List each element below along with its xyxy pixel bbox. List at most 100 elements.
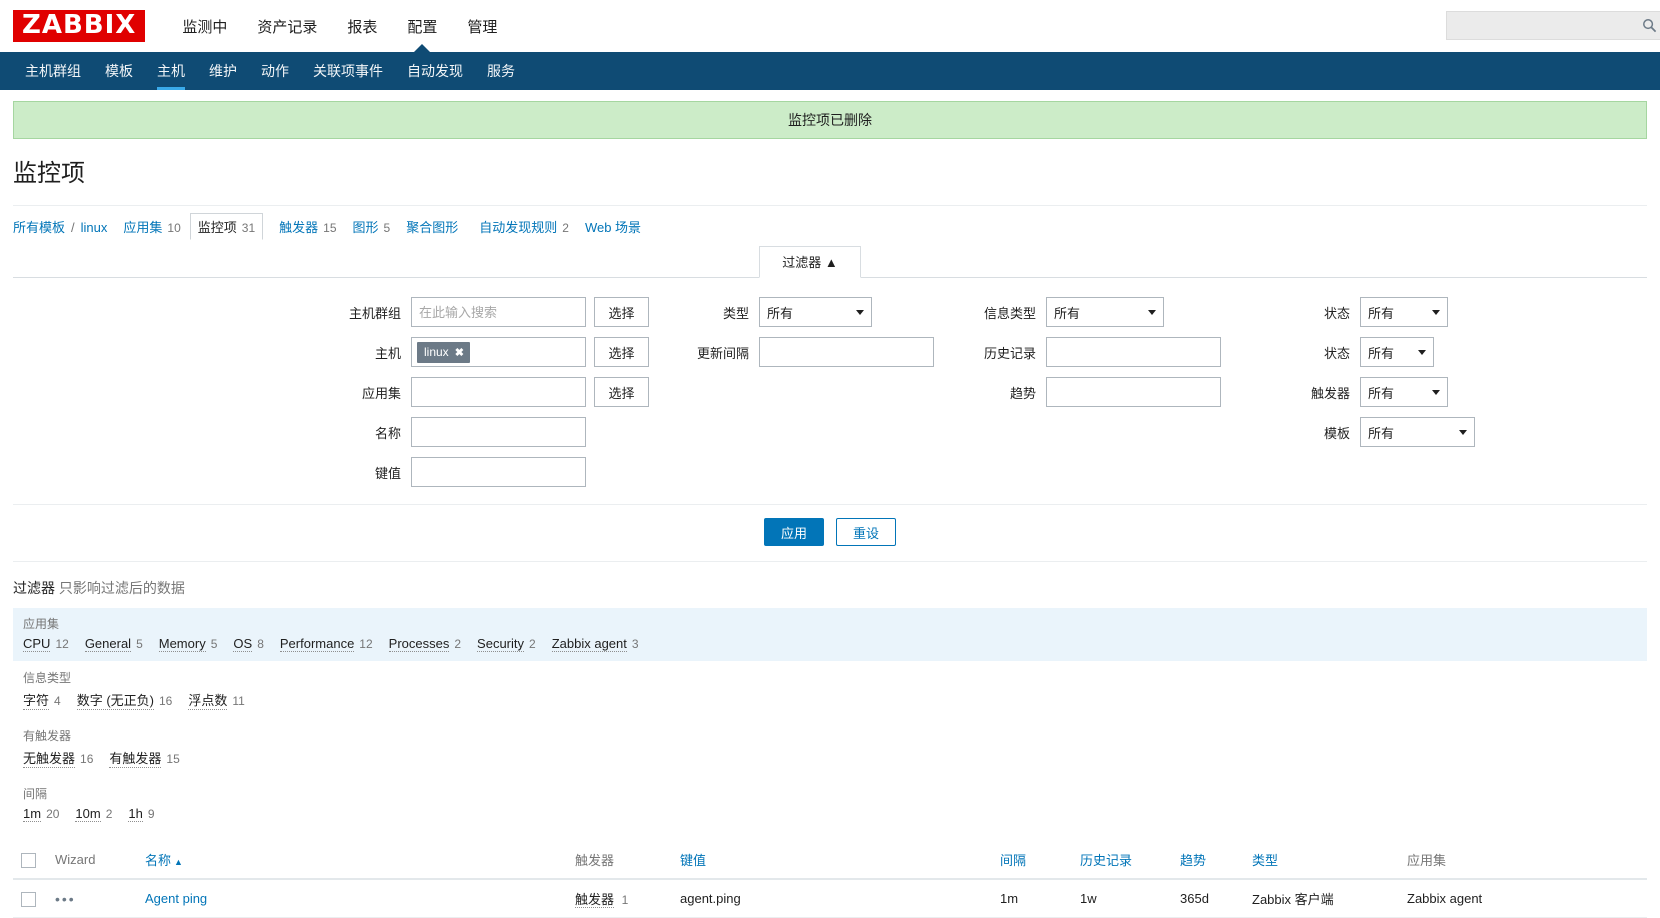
breadcrumb-tab-label-4[interactable]: 聚合图形 — [406, 217, 458, 236]
filter-input-history[interactable] — [1046, 337, 1221, 368]
breadcrumb-host[interactable]: linux — [81, 220, 108, 235]
column-header-interval[interactable]: 间隔 — [992, 841, 1072, 881]
filter-input-update-interval[interactable] — [759, 337, 934, 368]
subfilter-item-numeric-unsigned[interactable]: 数字 (无正负) 16 — [76, 690, 172, 711]
subfilter-label-1-1[interactable]: 数字 (无正负) — [76, 690, 154, 711]
close-icon[interactable]: ✖ — [455, 346, 464, 359]
subnav-item-5[interactable]: 关联项事件 — [301, 52, 395, 90]
subnav-item-4[interactable]: 动作 — [249, 52, 301, 90]
filter-select-state[interactable]: 所有 — [1360, 297, 1448, 328]
item-triggers-count: 1 — [621, 893, 629, 908]
filter-toggle-tab[interactable]: 过滤器 ▲ — [759, 246, 861, 279]
breadcrumb-all-templates[interactable]: 所有模板 — [13, 217, 65, 236]
filter-select-value-type[interactable]: 所有 — [1046, 297, 1164, 328]
subfilter-item-with-triggers[interactable]: 有触发器 15 — [109, 748, 180, 769]
subfilter-label-0-3[interactable]: OS — [233, 636, 253, 653]
subfilter-label-0-4[interactable]: Performance — [279, 636, 355, 653]
reset-button[interactable]: 重设 — [836, 518, 897, 547]
subfilter-item-1m[interactable]: 1m 20 — [23, 806, 59, 823]
filter-input-name[interactable] — [411, 417, 586, 448]
item-triggers-link[interactable]: 触发器 — [575, 892, 615, 909]
subfilter-label-2-0[interactable]: 无触发器 — [23, 748, 76, 769]
breadcrumb-tab-items[interactable]: 监控项 31 — [189, 213, 264, 241]
subfilter-item-security[interactable]: Security 2 — [477, 636, 536, 653]
search-input[interactable] — [1455, 17, 1642, 34]
topmenu-item-4[interactable]: 管理 — [452, 0, 512, 52]
breadcrumb-tab-graphs[interactable]: 图形 5 — [353, 217, 391, 236]
subfilter-item-general[interactable]: General 5 — [84, 636, 143, 653]
breadcrumb-tab-label-5[interactable]: 自动发现规则 — [479, 217, 557, 236]
column-header-key[interactable]: 键值 — [672, 841, 992, 881]
search-icon[interactable] — [1642, 18, 1657, 33]
filter-select-status[interactable]: 所有 — [1360, 337, 1434, 368]
subfilter-label-0-5[interactable]: Processes — [388, 636, 450, 653]
subfilter-item-character[interactable]: 字符 4 — [23, 690, 61, 711]
subfilter-label-3-1[interactable]: 10m — [75, 806, 101, 823]
subfilter-label-0-7[interactable]: Zabbix agent — [551, 636, 627, 653]
topmenu-item-0[interactable]: 监测中 — [167, 0, 242, 52]
subfilter-item-1h[interactable]: 1h 9 — [128, 806, 155, 823]
filter-input-key[interactable] — [411, 457, 586, 488]
subnav-item-3[interactable]: 维护 — [197, 52, 249, 90]
topmenu-item-3[interactable]: 配置 — [392, 0, 452, 52]
global-search[interactable] — [1446, 11, 1660, 40]
topmenu-item-1[interactable]: 资产记录 — [242, 0, 332, 52]
select-all-checkbox[interactable] — [21, 852, 36, 868]
breadcrumb-tab-label-0[interactable]: 应用集 — [123, 217, 162, 236]
filter-input-trends[interactable] — [1046, 377, 1221, 408]
filter-select-triggers[interactable]: 所有 — [1360, 377, 1448, 408]
subfilter-label-3-2[interactable]: 1h — [128, 806, 143, 823]
filter-input-application[interactable] — [411, 377, 586, 408]
subnav-item-7[interactable]: 服务 — [475, 52, 527, 90]
subfilter-item-10m[interactable]: 10m 2 — [75, 806, 112, 823]
subfilter-label-1-2[interactable]: 浮点数 — [188, 690, 228, 711]
filter-multiselect-host[interactable]: linux ✖ — [411, 337, 586, 368]
filter-select-button-hostgroup[interactable]: 选择 — [594, 297, 649, 328]
subfilter-item-performance[interactable]: Performance 12 — [279, 636, 373, 653]
breadcrumb-tab-label-2[interactable]: 触发器 — [279, 217, 318, 236]
apply-button[interactable]: 应用 — [763, 518, 824, 547]
filter-tab-row: 过滤器 ▲ — [13, 246, 1647, 279]
filter-select-button-application[interactable]: 选择 — [594, 377, 649, 408]
subfilter-item-os[interactable]: OS 8 — [233, 636, 264, 653]
breadcrumb-tab-screens[interactable]: 聚合图形 — [406, 217, 463, 236]
subnav-item-0[interactable]: 主机群组 — [13, 52, 93, 90]
column-header-history[interactable]: 历史记录 — [1072, 841, 1172, 881]
wizard-menu-icon[interactable]: ••• — [55, 891, 76, 907]
breadcrumb-tab-label-3[interactable]: 图形 — [353, 217, 379, 236]
breadcrumb-tab-discovery[interactable]: 自动发现规则 2 — [479, 217, 569, 236]
filter-chip-host[interactable]: linux ✖ — [417, 341, 470, 363]
subfilter-label-0-0[interactable]: CPU — [23, 636, 51, 653]
filter-select-button-host[interactable]: 选择 — [594, 337, 649, 368]
subfilter-item-memory[interactable]: Memory 5 — [158, 636, 217, 653]
subfilter-item-zabbix-agent[interactable]: Zabbix agent 3 — [551, 636, 639, 653]
filter-select-type[interactable]: 所有 — [759, 297, 872, 328]
filter-input-hostgroup[interactable] — [411, 297, 586, 328]
breadcrumb-tab-applications[interactable]: 应用集 10 — [123, 217, 180, 236]
subfilter-item-processes[interactable]: Processes 2 — [388, 636, 461, 653]
subnav-item-2[interactable]: 主机 — [145, 52, 197, 90]
subfilter-label-0-1[interactable]: General — [84, 636, 132, 653]
subnav-item-1[interactable]: 模板 — [93, 52, 145, 90]
item-name-link[interactable]: Agent ping — [145, 891, 207, 906]
subfilter-item-numeric-float[interactable]: 浮点数 11 — [188, 690, 245, 711]
breadcrumb-tab-label-6[interactable]: Web 场景 — [585, 217, 641, 236]
row-checkbox[interactable] — [21, 891, 36, 907]
breadcrumb-tab-triggers[interactable]: 触发器 15 — [279, 217, 336, 236]
subfilter-label-2-1[interactable]: 有触发器 — [109, 748, 162, 769]
zabbix-logo[interactable]: ZABBIX — [13, 9, 146, 43]
subfilter-label-0-6[interactable]: Security — [477, 636, 525, 653]
subfilter-item-cpu[interactable]: CPU 12 — [23, 636, 69, 653]
subnav-item-6[interactable]: 自动发现 — [395, 52, 475, 90]
subfilter-label-1-0[interactable]: 字符 — [23, 690, 50, 711]
subfilter-item-without-triggers[interactable]: 无触发器 16 — [23, 748, 93, 769]
column-header-type[interactable]: 类型 — [1244, 841, 1399, 881]
subfilter-label-0-2[interactable]: Memory — [158, 636, 206, 653]
breadcrumb-tab-web[interactable]: Web 场景 — [585, 217, 646, 236]
subfilter-label-3-0[interactable]: 1m — [23, 806, 42, 823]
topmenu-item-2[interactable]: 报表 — [332, 0, 392, 52]
column-header-name[interactable]: 名称 ▲ — [137, 841, 567, 881]
filter-field-key: 键值 — [13, 456, 649, 488]
column-header-trends[interactable]: 趋势 — [1172, 841, 1244, 881]
filter-select-template[interactable]: 所有 — [1360, 417, 1475, 448]
